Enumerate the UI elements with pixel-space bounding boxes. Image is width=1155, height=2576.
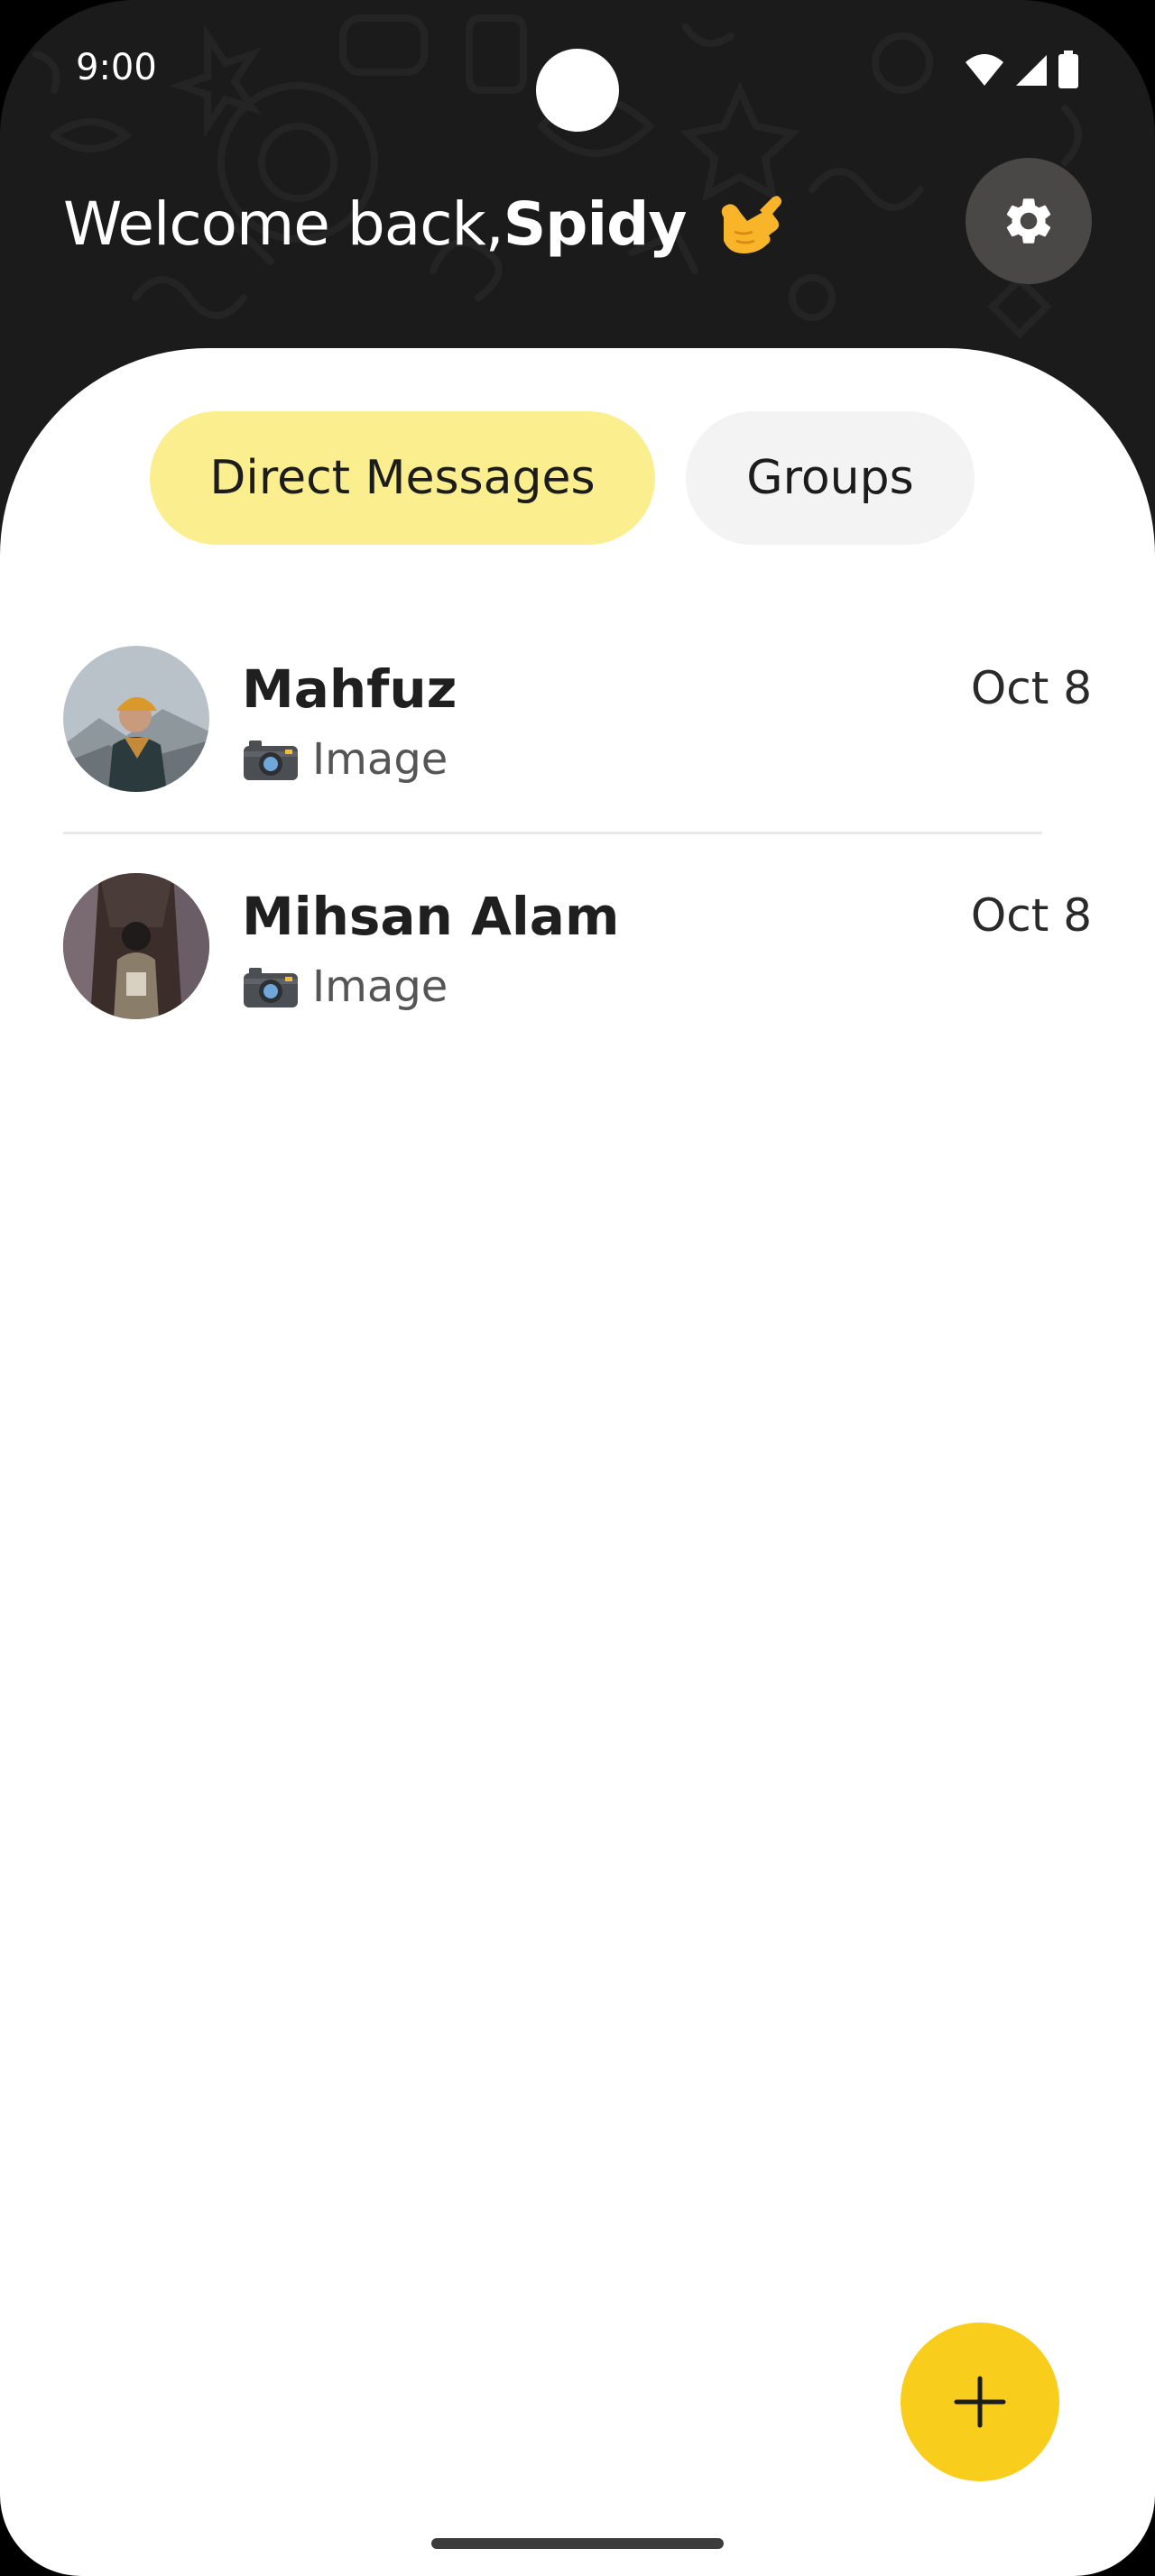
tab-direct-messages-label: Direct Messages bbox=[209, 451, 596, 505]
greeting-prefix: Welcome back, bbox=[63, 189, 504, 259]
tab-direct-messages[interactable]: Direct Messages bbox=[150, 411, 655, 545]
status-bar: 9:00 bbox=[0, 0, 1155, 135]
chat-preview: Image bbox=[242, 734, 448, 785]
home-indicator[interactable] bbox=[431, 2538, 724, 2549]
chat-row-mahfuz[interactable]: Mahfuz Oct 8 Image bbox=[0, 646, 1155, 873]
phone-screen: 9:00 Welcome back, Spidy Direct Messages… bbox=[0, 0, 1155, 2576]
settings-button[interactable] bbox=[966, 158, 1092, 284]
battery-icon bbox=[1058, 51, 1078, 88]
chat-name: Mahfuz bbox=[242, 658, 457, 720]
user-name: Spidy bbox=[503, 189, 688, 259]
chat-preview: Image bbox=[242, 961, 448, 1012]
chat-preview-text: Image bbox=[312, 961, 448, 1012]
chat-row-mihsan-alam[interactable]: Mihsan Alam Oct 8 Image bbox=[0, 873, 1155, 1100]
content-sheet: Direct Messages Groups Mahfuz Oct 8 Imag… bbox=[0, 348, 1155, 2576]
status-time: 9:00 bbox=[76, 47, 157, 88]
chat-preview-text: Image bbox=[312, 734, 448, 785]
chat-name: Mihsan Alam bbox=[242, 886, 620, 947]
chat-date: Oct 8 bbox=[970, 889, 1092, 942]
welcome-greeting: Welcome back, Spidy bbox=[63, 189, 783, 259]
tab-groups-label: Groups bbox=[746, 451, 914, 505]
plus-icon bbox=[954, 2376, 1006, 2428]
camera-cutout bbox=[536, 49, 619, 132]
tab-bar: Direct Messages Groups bbox=[0, 411, 1155, 545]
wifi-icon bbox=[966, 54, 1003, 86]
chat-date: Oct 8 bbox=[970, 662, 1092, 714]
avatar bbox=[63, 646, 209, 792]
cellular-signal-icon bbox=[1016, 55, 1047, 86]
new-chat-fab-button[interactable] bbox=[901, 2323, 1059, 2481]
call-me-hand-emoji-icon bbox=[722, 195, 782, 253]
chat-divider bbox=[63, 832, 1042, 834]
gear-icon bbox=[1006, 198, 1051, 244]
tab-groups[interactable]: Groups bbox=[686, 411, 975, 545]
avatar bbox=[63, 873, 209, 1019]
camera-icon bbox=[244, 741, 298, 780]
status-icons bbox=[964, 51, 1079, 88]
chat-list: Mahfuz Oct 8 Image Mihsan Alam Oct 8 Ima… bbox=[0, 646, 1155, 1100]
camera-icon bbox=[244, 968, 298, 1007]
